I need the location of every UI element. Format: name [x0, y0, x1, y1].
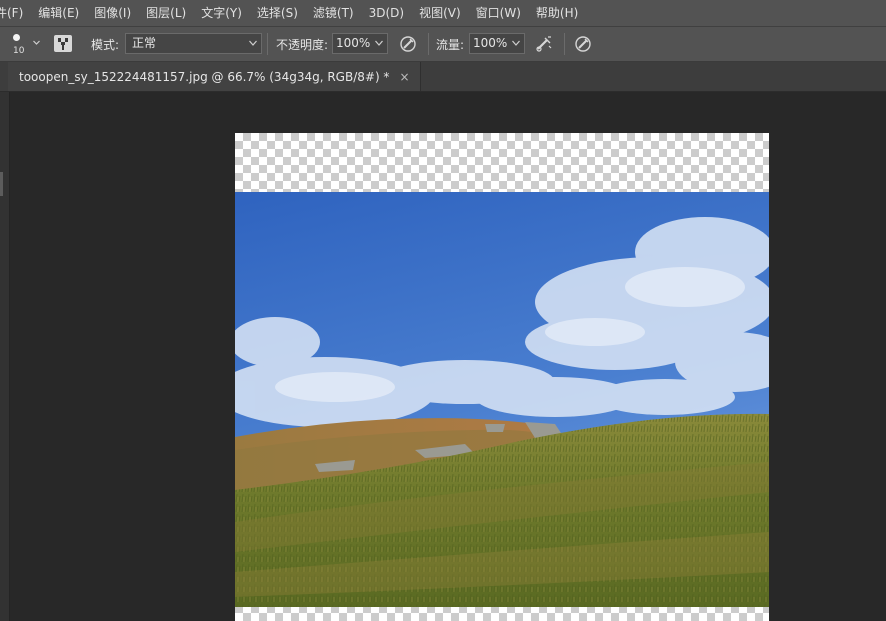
- brush-settings-panel-button[interactable]: [54, 35, 72, 52]
- transparent-area-bottom: [235, 607, 769, 621]
- menu-select[interactable]: 选择(S): [249, 0, 305, 26]
- document-tab-title: tooopen_sy_152224481157.jpg @ 66.7% (34g…: [19, 69, 390, 84]
- flow-value: 100%: [473, 36, 508, 50]
- close-icon[interactable]: ×: [399, 70, 409, 84]
- document-canvas[interactable]: [235, 133, 769, 621]
- brush-tip-icon: [13, 34, 20, 41]
- blend-mode-select[interactable]: 正常: [125, 33, 262, 54]
- divider: [267, 33, 268, 55]
- menu-image[interactable]: 图像(I): [86, 0, 138, 26]
- opacity-label: 不透明度:: [276, 37, 329, 52]
- menu-view[interactable]: 视图(V): [411, 0, 468, 26]
- transparent-area-top: [235, 133, 769, 192]
- document-tab-bar: tooopen_sy_152224481157.jpg @ 66.7% (34g…: [0, 62, 886, 92]
- options-bar: 10 模式: 正常 不透明度: 100% 流量: 100%: [0, 27, 886, 62]
- chevron-down-icon: [375, 40, 383, 46]
- airbrush-icon[interactable]: [535, 35, 553, 53]
- brush-panel-icon: [58, 38, 68, 50]
- menu-help[interactable]: 帮助(H): [528, 0, 585, 26]
- chevron-down-icon: [249, 40, 257, 46]
- landscape-photo: [235, 192, 769, 607]
- menu-window[interactable]: 窗口(W): [468, 0, 528, 26]
- divider: [564, 33, 565, 55]
- menu-edit[interactable]: 编辑(E): [30, 0, 86, 26]
- mode-label: 模式:: [91, 37, 120, 52]
- menu-filter[interactable]: 滤镜(T): [305, 0, 361, 26]
- menu-file[interactable]: 件(F): [0, 0, 30, 26]
- menu-type[interactable]: 文字(Y): [193, 0, 249, 26]
- chevron-down-icon: [33, 40, 40, 45]
- menu-bar: 件(F) 编辑(E) 图像(I) 图层(L) 文字(Y) 选择(S) 滤镜(T)…: [0, 0, 886, 27]
- menu-3d[interactable]: 3D(D): [361, 0, 411, 26]
- chevron-down-icon: [512, 40, 520, 46]
- flow-label: 流量:: [436, 37, 465, 52]
- opacity-field[interactable]: 100%: [332, 33, 388, 54]
- brush-size-value: 10: [13, 46, 25, 56]
- opacity-value: 100%: [336, 36, 371, 50]
- pressure-size-icon[interactable]: [574, 35, 592, 53]
- pressure-opacity-icon[interactable]: [399, 35, 417, 53]
- document-tab[interactable]: tooopen_sy_152224481157.jpg @ 66.7% (34g…: [8, 62, 421, 91]
- brush-preset-picker[interactable]: 10: [0, 27, 46, 61]
- divider: [428, 33, 429, 55]
- flow-field[interactable]: 100%: [469, 33, 525, 54]
- toolbar-edge[interactable]: [0, 92, 10, 621]
- toolbar-handle[interactable]: [0, 172, 3, 196]
- blend-mode-value: 正常: [132, 36, 157, 50]
- menu-layer[interactable]: 图层(L): [138, 0, 193, 26]
